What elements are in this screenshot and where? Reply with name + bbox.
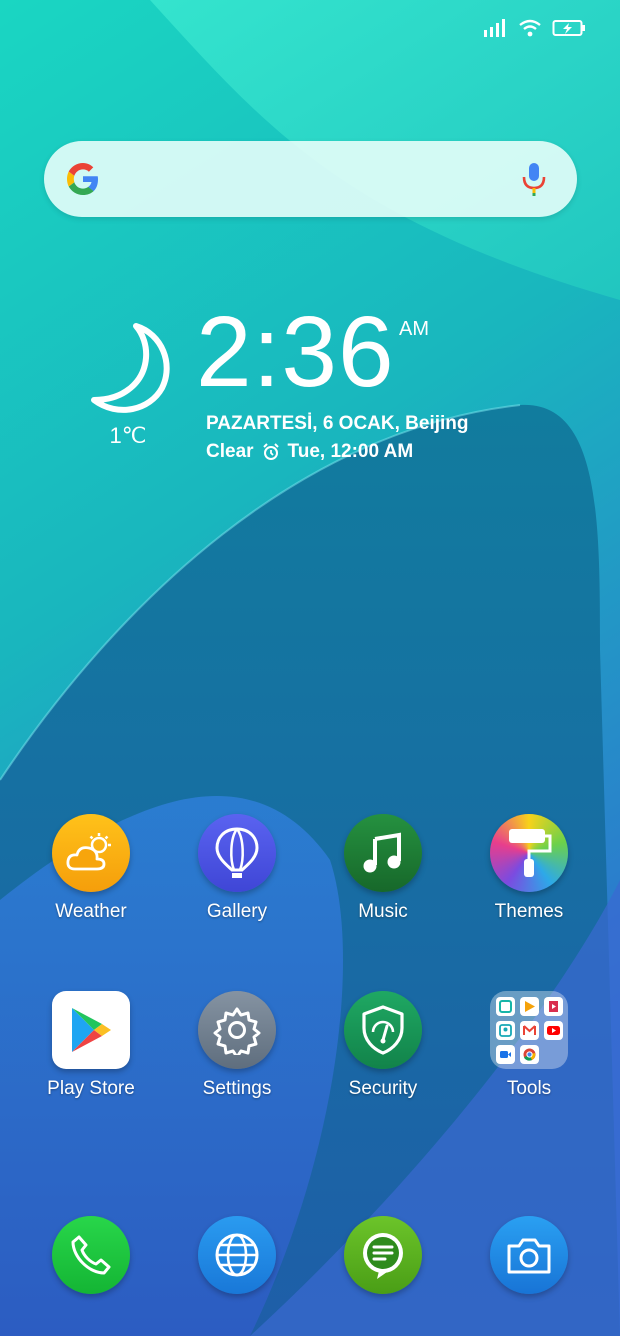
alarm-clock-icon [262,443,279,460]
balloon-icon [198,814,276,892]
weather-icon [52,814,130,892]
signal-bars-icon [484,19,505,37]
google-g-logo-icon [67,163,98,195]
weather-alarm-line: Clear Tue, 12:00 AM [206,441,413,463]
weather-widget[interactable]: 1℃ [76,320,180,449]
app-themes[interactable]: Themes [464,814,594,923]
play-movies-mini-icon [520,997,539,1016]
app-label: Settings [202,1078,272,1099]
gmail-mini-icon [520,1021,539,1040]
microphone-icon[interactable] [521,160,547,198]
play-books-mini-icon [544,997,563,1016]
app-play-store[interactable]: Play Store [26,991,156,1100]
date-location[interactable]: PAZARTESİ, 6 OCAK, Beijing [206,413,469,435]
app-label: Themes [494,901,564,922]
app-music[interactable]: Music [318,814,448,923]
music-note-icon [344,814,422,892]
app-tools-folder[interactable]: Tools [464,991,594,1100]
app-security[interactable]: Security [318,991,448,1100]
clock-ampm: AM [399,318,429,340]
dock-phone[interactable] [26,1216,156,1294]
paint-roller-icon [490,814,568,892]
camera-icon [490,1216,568,1294]
app-settings[interactable]: Settings [172,991,302,1100]
youtube-mini-icon [544,1021,563,1040]
app-label: Tools [506,1078,552,1099]
app-weather[interactable]: Weather [26,814,156,923]
app-label: Security [348,1078,418,1099]
app-gallery[interactable]: Gallery [172,814,302,923]
gear-icon [198,991,276,1069]
wifi-icon [519,19,541,37]
weather-condition: Clear [206,441,254,462]
phone-icon [52,1216,130,1294]
status-bar [482,14,586,42]
globe-icon [198,1216,276,1294]
chat-bubble-icon [344,1216,422,1294]
contacts-mini-icon [496,1021,515,1040]
app-label: Gallery [206,901,268,922]
temperature: 1℃ [109,423,147,448]
duo-mini-icon [496,1045,515,1064]
app-label: Weather [55,901,127,922]
folder-icon [490,991,568,1069]
google-search-bar[interactable] [44,141,577,217]
battery-charging-icon [552,20,585,36]
app-label: Music [358,901,408,922]
moon-icon [91,323,170,413]
dock-browser[interactable] [172,1216,302,1294]
play-store-icon [52,991,130,1069]
clock-time[interactable]: 2:36 [196,297,395,407]
scanner-mini-icon [496,997,515,1016]
dock-messages[interactable] [318,1216,448,1294]
next-alarm: Tue, 12:00 AM [287,441,414,462]
app-label: Play Store [47,1078,135,1099]
shield-icon [344,991,422,1069]
chrome-mini-icon [520,1045,539,1064]
dock-camera[interactable] [464,1216,594,1294]
